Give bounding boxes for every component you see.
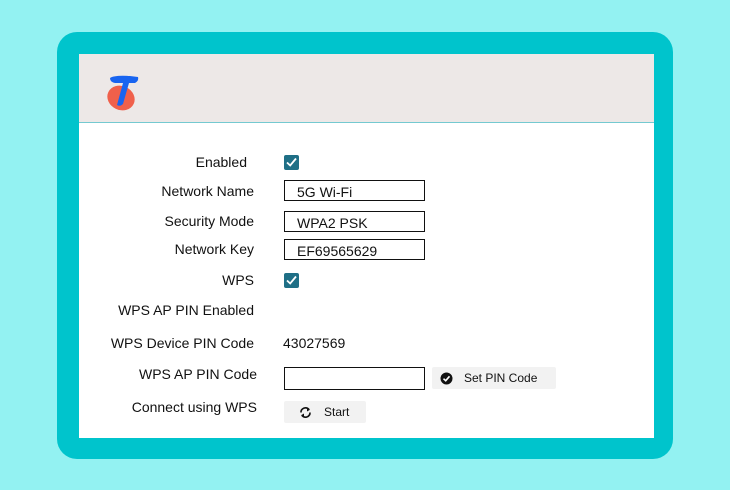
wps-ap-pin-input[interactable]	[284, 367, 425, 390]
enabled-label: Enabled	[195, 154, 247, 170]
set-pin-code-label: Set PIN Code	[464, 371, 538, 385]
start-label: Start	[324, 405, 350, 419]
refresh-icon	[299, 406, 312, 419]
telstra-logo-icon	[104, 72, 144, 114]
wps-device-pin-value: 43027569	[283, 335, 346, 351]
network-key-input[interactable]	[284, 239, 425, 260]
connect-wps-label: Connect using WPS	[131, 399, 257, 415]
check-icon	[286, 275, 297, 285]
network-name-label: Network Name	[161, 183, 254, 199]
wps-ap-pin-label: WPS AP PIN Code	[138, 366, 257, 382]
start-button[interactable]: Start	[284, 401, 366, 423]
wps-label: WPS	[222, 272, 254, 288]
header-bar	[79, 54, 654, 123]
network-name-input[interactable]	[284, 180, 425, 201]
security-mode-input[interactable]	[284, 211, 425, 232]
security-mode-label: Security Mode	[164, 213, 254, 229]
wps-ap-pin-enabled-label: WPS AP PIN Enabled	[118, 302, 254, 318]
network-key-label: Network Key	[174, 241, 254, 257]
enabled-checkbox[interactable]	[284, 155, 299, 170]
set-pin-code-button[interactable]: Set PIN Code	[432, 367, 556, 389]
settings-panel: Enabled Network Name Security Mode Netwo…	[79, 54, 654, 438]
wps-checkbox[interactable]	[284, 273, 299, 288]
check-circle-icon	[440, 372, 453, 385]
wps-device-pin-label: WPS Device PIN Code	[110, 335, 254, 351]
check-icon	[286, 157, 297, 167]
